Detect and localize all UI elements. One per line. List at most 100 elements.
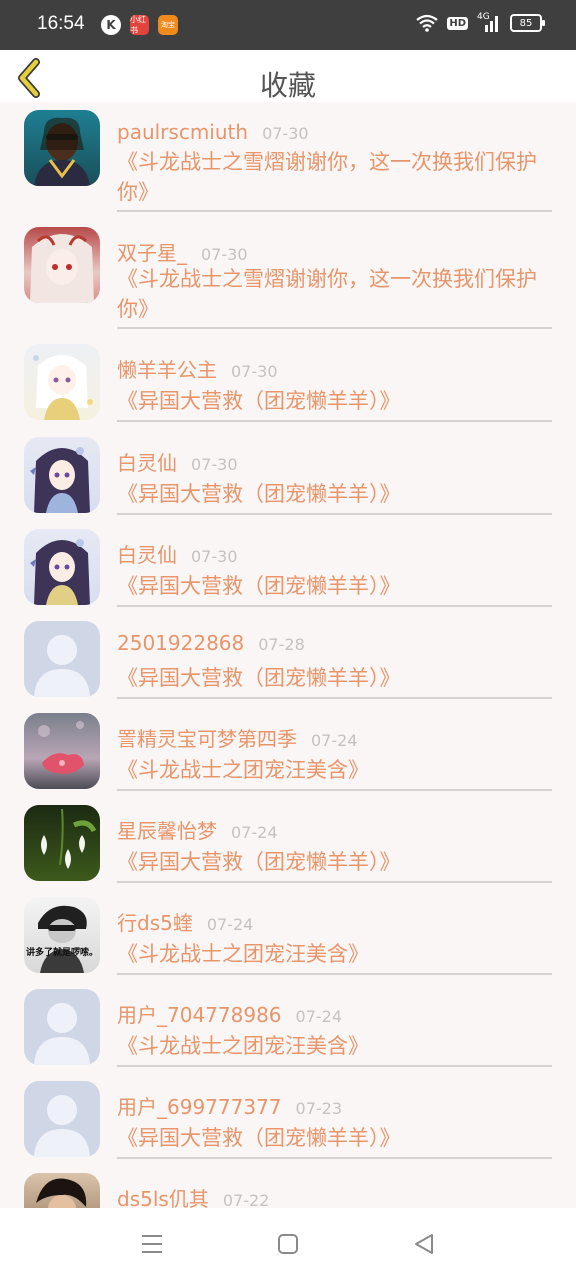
item-username: 行ds5蝰 07-24 — [117, 907, 253, 936]
list-item[interactable]: 白灵仙 07-30 《异国大营救（团宠懒羊羊）》 — [0, 521, 576, 611]
avatar — [24, 110, 100, 186]
divider — [117, 1065, 552, 1067]
home-button[interactable] — [274, 1230, 302, 1258]
battery-icon: 85 — [510, 14, 545, 32]
item-username: 双子星_ 07-30 — [117, 237, 248, 266]
nav-back-button[interactable] — [410, 1230, 438, 1258]
page-title: 收藏 — [259, 69, 316, 102]
avatar — [24, 344, 100, 420]
divider — [117, 789, 552, 791]
item-date: 07-30 — [231, 362, 278, 381]
list-item[interactable]: paulrscmiuth 07-30 《斗龙战士之雪熠谢谢你，这一次换我们保护你》 — [0, 102, 576, 216]
taobao-app-icon: 淘宝 — [158, 15, 178, 35]
avatar — [24, 529, 100, 605]
k-app-icon: K — [101, 15, 121, 35]
username: 双子星_ — [117, 241, 187, 265]
item-username: 詈精灵宝可梦第四季 07-24 — [117, 723, 358, 752]
item-title: 《斗龙战士之雪熠谢谢你，这一次换我们保护你》 — [117, 150, 537, 204]
divider — [117, 973, 552, 975]
divider — [117, 1157, 552, 1159]
default-avatar-icon — [24, 621, 100, 697]
item-date: 07-23 — [295, 1099, 343, 1118]
list-item[interactable]: 白灵仙 07-30 《异国大营救（团宠懒羊羊）》 — [0, 429, 576, 519]
divider — [117, 327, 552, 329]
item-title: 《异国大营救（团宠懒羊羊）》 — [117, 574, 401, 598]
system-nav-bar — [0, 1208, 576, 1280]
divider — [117, 513, 552, 515]
divider — [117, 881, 552, 883]
avatar: 讲多了就是啰嗦。 — [24, 897, 100, 973]
default-avatar-icon — [24, 1081, 100, 1157]
item-title: 《异国大营救（团宠懒羊羊）》 — [117, 389, 401, 413]
item-title: 《异国大营救（团宠懒羊羊）》 — [117, 666, 401, 690]
username: 2501922868 — [117, 631, 245, 655]
item-date: 07-28 — [258, 635, 305, 654]
list-item[interactable]: ds5ls仉其 07-22 — [0, 1165, 576, 1208]
item-date: 07-24 — [311, 731, 358, 750]
item-title: 《斗龙战士之雪熠谢谢你，这一次换我们保护你》 — [117, 267, 537, 321]
app-header: 收藏 — [0, 50, 576, 102]
item-username: 2501922868 07-28 — [117, 631, 305, 655]
username: 星辰馨怡梦 — [117, 819, 217, 843]
avatar — [24, 437, 100, 513]
item-title: 《异国大营救（团宠懒羊羊）》 — [117, 850, 401, 874]
item-date: 07-30 — [262, 124, 309, 143]
avatar-caption: 讲多了就是啰嗦。 — [25, 948, 98, 958]
username: 用户_704778986 — [117, 1003, 282, 1027]
home-icon — [278, 1234, 298, 1254]
username: 詈精灵宝可梦第四季 — [117, 727, 297, 751]
item-date: 07-24 — [295, 1007, 343, 1026]
menu-icon — [142, 1235, 162, 1253]
item-username: 用户_704778986 07-24 — [117, 999, 342, 1028]
item-username: 用户_699777377 07-23 — [117, 1091, 342, 1120]
item-title: 《异国大营救（团宠懒羊羊）》 — [117, 482, 401, 506]
status-bar: 16:54 K 小红书 淘宝 HD 4G 85 — [0, 0, 576, 50]
list-item[interactable]: 双子星_ 07-30 《斗龙战士之雪熠谢谢你，这一次换我们保护你》 — [0, 219, 576, 333]
back-triangle-icon — [415, 1234, 433, 1254]
avatar — [24, 1173, 100, 1208]
cell-signal-icon: 4G — [477, 12, 501, 32]
status-time: 16:54 — [37, 13, 85, 34]
item-title: 《斗龙战士之团宠汪美含》 — [117, 758, 369, 782]
divider — [117, 210, 552, 212]
item-date: 07-30 — [191, 455, 238, 474]
item-date: 07-24 — [206, 915, 254, 934]
divider — [117, 605, 552, 607]
item-date: 07-30 — [191, 547, 238, 566]
wifi-icon — [416, 14, 439, 32]
item-title: 《异国大营救（团宠懒羊羊）》 — [117, 1126, 401, 1150]
username: 懒羊羊公主 — [117, 358, 217, 382]
list-item[interactable]: 讲多了就是啰嗦。 行ds5蝰 07-24 《斗龙战士之团宠汪美含》 — [0, 889, 576, 979]
username: paulrscmiuth — [117, 120, 249, 144]
avatar — [24, 713, 100, 789]
list-item[interactable]: 2501922868 07-28 《异国大营救（团宠懒羊羊）》 — [0, 613, 576, 703]
item-title: 《斗龙战士之团宠汪美含》 — [117, 1034, 369, 1058]
item-username: 懒羊羊公主 07-30 — [117, 354, 278, 383]
username: 白灵仙 — [117, 543, 177, 567]
username: 白灵仙 — [117, 451, 177, 475]
item-username: 白灵仙 07-30 — [117, 447, 238, 476]
username: 用户_699777377 — [117, 1095, 282, 1119]
item-date: 07-24 — [231, 823, 278, 842]
hd-badge: HD — [447, 16, 468, 30]
item-username: 白灵仙 07-30 — [117, 539, 238, 568]
menu-button[interactable] — [138, 1230, 166, 1258]
item-title: 《斗龙战士之团宠汪美含》 — [117, 942, 369, 966]
item-username: paulrscmiuth 07-30 — [117, 120, 309, 144]
avatar — [24, 227, 100, 303]
list-item[interactable]: 用户_704778986 07-24 《斗龙战士之团宠汪美含》 — [0, 981, 576, 1071]
list-item[interactable]: 懒羊羊公主 07-30 《异国大营救（团宠懒羊羊）》 — [0, 336, 576, 426]
list-item[interactable]: 用户_699777377 07-23 《异国大营救（团宠懒羊羊）》 — [0, 1073, 576, 1163]
item-date: 07-30 — [201, 245, 248, 264]
item-username: ds5ls仉其 07-22 — [117, 1183, 269, 1208]
list-item[interactable]: 詈精灵宝可梦第四季 07-24 《斗龙战士之团宠汪美含》 — [0, 705, 576, 795]
username: 行ds5蝰 — [117, 911, 193, 935]
item-username: 星辰馨怡梦 07-24 — [117, 815, 278, 844]
default-avatar-icon — [24, 989, 100, 1065]
favorites-list: paulrscmiuth 07-30 《斗龙战士之雪熠谢谢你，这一次换我们保护你》… — [0, 102, 576, 1208]
divider — [117, 697, 552, 699]
username: ds5ls仉其 — [117, 1187, 209, 1208]
xiaohongshu-app-icon: 小红书 — [130, 15, 149, 35]
list-item[interactable]: 星辰馨怡梦 07-24 《异国大营救（团宠懒羊羊）》 — [0, 797, 576, 887]
item-date: 07-22 — [222, 1191, 270, 1208]
